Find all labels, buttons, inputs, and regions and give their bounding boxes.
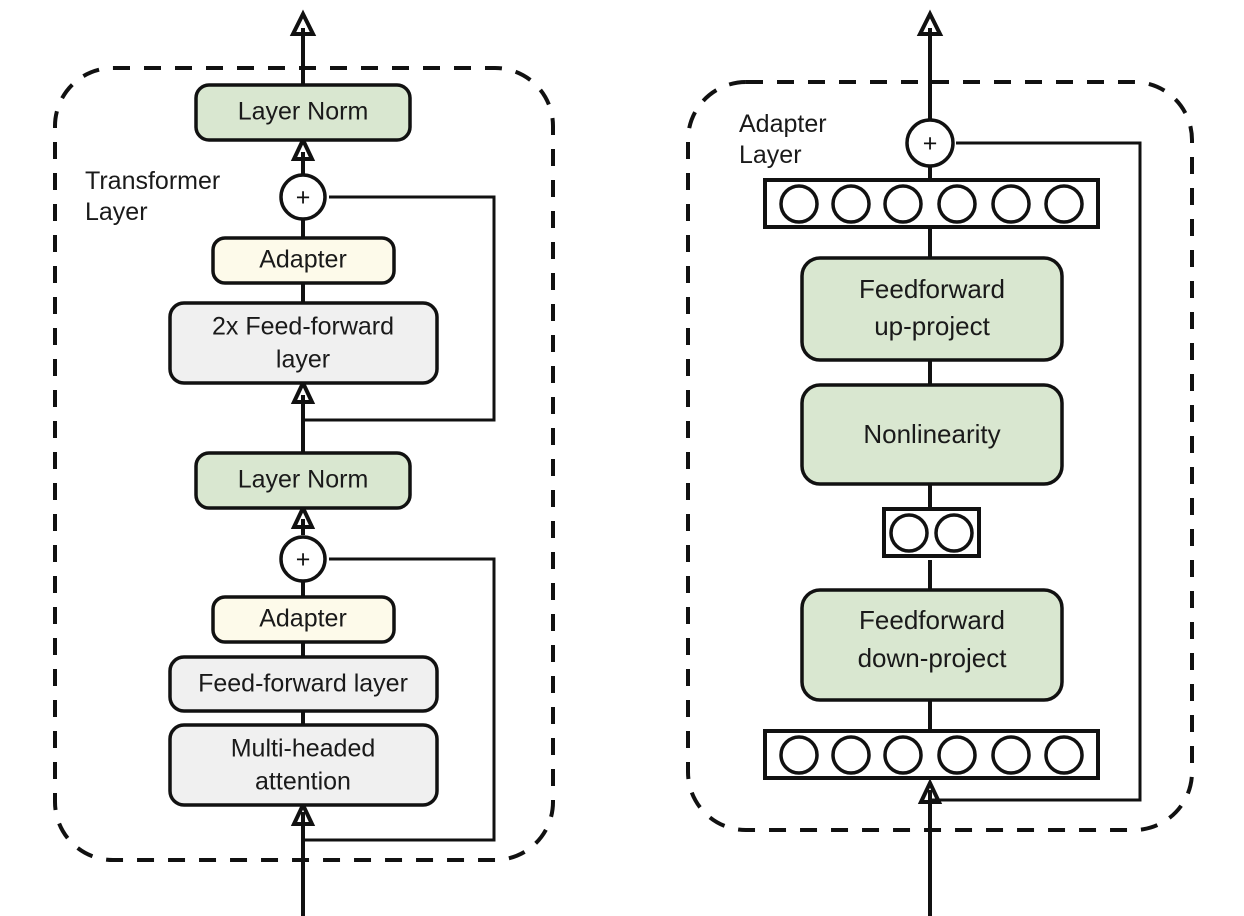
neuron-circle — [1044, 184, 1084, 224]
block-label-line1: Multi-headed — [231, 735, 376, 763]
block-layer-norm-bottom[interactable]: Layer Norm — [194, 451, 412, 510]
block-label-line1: Feedforward — [859, 605, 1005, 635]
neuron-circle — [831, 184, 871, 224]
adapter-architecture-diagram: Transformer Layer Multi-headed attention… — [0, 0, 1244, 916]
output-neuron-row[interactable] — [763, 178, 1100, 229]
block-label-line1: Feedforward — [859, 274, 1005, 304]
neuron-circle — [1044, 735, 1084, 775]
block-label: Adapter — [259, 246, 347, 274]
adapter-sum-node[interactable]: + — [905, 118, 955, 168]
neuron-circle — [831, 735, 871, 775]
block-label: Feed-forward layer — [198, 670, 408, 698]
neuron-circle — [991, 735, 1031, 775]
block-adapter-bottom[interactable]: Adapter — [211, 595, 396, 644]
sum-node-top[interactable]: + — [279, 173, 327, 221]
block-label-line2: attention — [255, 768, 351, 796]
neuron-circle — [991, 184, 1031, 224]
block-nonlinearity[interactable]: Nonlinearity — [800, 383, 1064, 486]
neuron-circle — [883, 735, 923, 775]
bottleneck-neuron-row[interactable] — [882, 507, 981, 558]
adapter-layer-label-line1: Adapter — [739, 110, 827, 138]
plus-icon: + — [296, 546, 311, 574]
block-feed-forward-layer[interactable]: Feed-forward layer — [168, 655, 439, 713]
adapter-layer-label-line2: Layer — [739, 141, 802, 169]
block-label-line2: up-project — [874, 311, 990, 341]
block-label: Layer Norm — [238, 466, 369, 494]
input-neuron-row[interactable] — [763, 729, 1100, 780]
block-label-line1: 2x Feed-forward — [212, 313, 394, 341]
block-feedforward-up-project[interactable]: Feedforward up-project — [800, 256, 1064, 362]
neuron-circle — [937, 735, 977, 775]
transformer-layer-label-line2: Layer — [85, 198, 148, 226]
diagram-canvas: Transformer Layer Multi-headed attention… — [53, 9, 1194, 916]
block-feedforward-down-project[interactable]: Feedforward down-project — [800, 588, 1064, 702]
block-2x-feed-forward-layer[interactable]: 2x Feed-forward layer — [168, 301, 439, 385]
block-label: Nonlinearity — [863, 419, 1000, 449]
block-multi-headed-attention[interactable]: Multi-headed attention — [168, 723, 439, 807]
block-label-line2: layer — [276, 346, 330, 374]
sum-node-bottom[interactable]: + — [279, 535, 327, 583]
block-label: Adapter — [259, 605, 347, 633]
neuron-circle — [937, 184, 977, 224]
neuron-circle — [779, 184, 819, 224]
plus-icon: + — [923, 130, 938, 158]
neuron-circle — [779, 735, 819, 775]
block-label: Layer Norm — [238, 98, 369, 126]
block-label-line2: down-project — [858, 643, 1008, 673]
neuron-circle — [883, 184, 923, 224]
transformer-layer-label-line1: Transformer — [85, 167, 220, 195]
block-layer-norm-top[interactable]: Layer Norm — [194, 83, 412, 142]
neuron-circle — [889, 513, 929, 553]
block-adapter-top[interactable]: Adapter — [211, 236, 396, 285]
plus-icon: + — [296, 184, 311, 212]
neuron-circle — [934, 513, 974, 553]
